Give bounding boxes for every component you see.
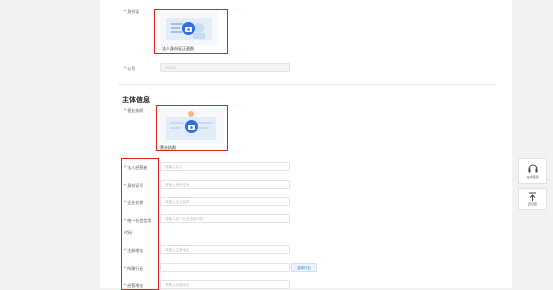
highlight-box — [154, 9, 228, 54]
highlight-box — [156, 105, 228, 151]
back-to-top-label: 回顶部 — [527, 202, 537, 206]
legal-rep-input[interactable]: 请输入法人 — [160, 162, 290, 171]
back-to-top-button[interactable]: 回顶部 — [518, 188, 547, 210]
select-industry-button[interactable]: 选择行业 — [291, 263, 317, 272]
reg-address-input[interactable]: 请输入注册地址 — [160, 245, 290, 254]
highlight-box — [121, 158, 159, 290]
company-id-field: 00000 — [160, 63, 290, 72]
company-id-label: * 公号 — [124, 66, 136, 71]
section-title: 主体信息 — [122, 96, 150, 104]
id-card-label: * 身份证 — [124, 9, 140, 14]
id-number-input[interactable]: 请输入身份证号 — [160, 180, 290, 189]
license-label: * 营业执照 — [124, 108, 144, 113]
headset-icon — [528, 164, 537, 173]
arrow-up-icon — [529, 192, 536, 201]
industry-input[interactable] — [160, 263, 290, 272]
online-service-button[interactable]: 在线客服 — [518, 158, 547, 184]
online-service-label: 在线客服 — [526, 175, 539, 179]
company-name-input[interactable]: 请输入企业名称 — [160, 197, 290, 206]
section-divider — [118, 84, 496, 85]
form-page: * 身份证 法人身份证正面照 * 公号 00000 主体信息 * 营业执照 营业… — [100, 0, 512, 290]
credit-code-input[interactable]: 请输入统一社会信用代码 — [160, 214, 290, 223]
